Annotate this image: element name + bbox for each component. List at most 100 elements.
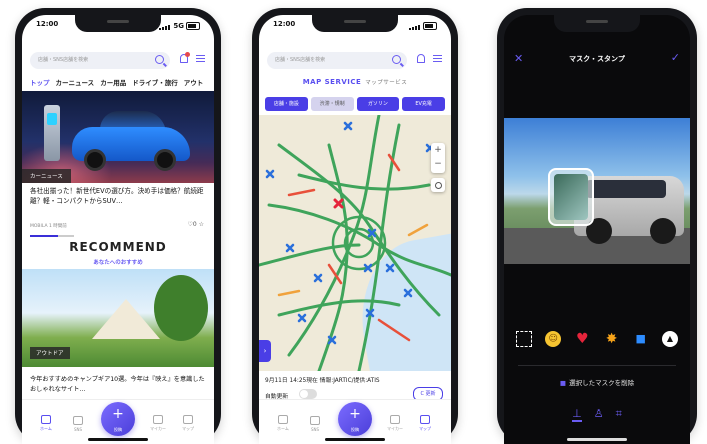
zoom-controls[interactable]: + −	[431, 143, 445, 173]
mountain-icon[interactable]: ▲	[661, 331, 678, 347]
carousel-indicator	[58, 235, 74, 237]
map-service-title: MAP SERVICE マップサービス	[302, 78, 408, 86]
search-icon[interactable]	[392, 55, 401, 64]
map-icon	[420, 415, 430, 424]
article2-title[interactable]: 今年おすすめのキャンプギア10選。今年は『映え』を意識したおしゃれなサイト…	[30, 375, 206, 394]
nav-map[interactable]: マップ	[174, 415, 202, 432]
crop-tool-icon[interactable]: ⌗	[616, 407, 622, 422]
home-screen: 12:00 5G 店舗・SNS店舗を検索 トップ カーニュース カー用品 ドライブ・旅…	[22, 15, 214, 444]
hero-image-ev[interactable]: カーニュース	[22, 91, 214, 183]
tab-car-goods[interactable]: カー用品	[100, 79, 126, 87]
map-filter-chips: 店舗・施設 渋滞・規制 ガソリン EV充電	[265, 97, 445, 111]
hero-tag: カーニュース	[22, 169, 71, 183]
delete-mask-label: 選択したマスクを削除	[569, 379, 635, 387]
phone-map: 12:00 店舗・SNS店舗を検索 MAP SERVICE マップサービス 店舗・…	[252, 8, 458, 444]
heart-icon[interactable]: ♥	[574, 331, 590, 347]
recommend-heading: RECOMMEND	[69, 240, 167, 254]
phone-editor: ✕ マスク・スタンプ ✓ ☺ ♥ ✸ ■ ▲ ■ 選択したマスクを削除 ⊥ ♙ ⌗	[497, 8, 697, 444]
auto-update-toggle[interactable]	[299, 389, 317, 399]
editor-screen: ✕ マスク・スタンプ ✓ ☺ ♥ ✸ ■ ▲ ■ 選択したマスクを削除 ⊥ ♙ ⌗	[504, 15, 690, 444]
car-icon[interactable]: ■	[633, 331, 649, 347]
chip-ev-charging[interactable]: EV充電	[402, 97, 445, 111]
article-title[interactable]: 各社出揃った！新世代EVの選び方。決め手は価格？航続距離？軽・コンパクトからSU…	[30, 187, 206, 206]
search-input[interactable]: 店舗・SNS店舗を検索	[267, 52, 407, 69]
chip-stores[interactable]: 店舗・施設	[265, 97, 308, 111]
home-indicator	[325, 438, 385, 441]
camp-tag: アウトドア	[30, 347, 70, 359]
bell-icon[interactable]	[180, 52, 190, 63]
tab-drive-travel[interactable]: ドライブ・旅行	[132, 79, 178, 87]
tab-outdoor[interactable]: アウト	[184, 79, 204, 87]
camp-image[interactable]: アウトドア	[22, 269, 214, 367]
notification-dot	[185, 52, 190, 57]
map-screen: 12:00 店舗・SNS店舗を検索 MAP SERVICE マップサービス 店舗・…	[259, 15, 451, 444]
search-placeholder: 店舗・SNS店舗を検索	[275, 57, 326, 63]
recommend-subheading: あなたへのおすすめ	[93, 260, 143, 266]
post-button[interactable]: + 投稿	[338, 402, 372, 436]
nav-mycar[interactable]: マイカー	[381, 415, 409, 432]
car-icon	[390, 415, 400, 424]
bottom-nav: ホーム SNS + 投稿 マイカー マップ	[259, 399, 451, 444]
status-time: 12:00	[273, 20, 296, 28]
status-bar: 12:00 5G	[36, 20, 200, 32]
delete-mask-button[interactable]: ■ 選択したマスクを削除	[504, 377, 690, 387]
tab-car-news[interactable]: カーニュース	[56, 79, 95, 87]
search-placeholder: 店舗・SNS店舗を検索	[38, 57, 89, 63]
home-icon	[278, 415, 288, 424]
battery-icon	[423, 22, 437, 30]
road-network	[259, 115, 451, 371]
chip-traffic[interactable]: 渋滞・規制	[310, 97, 354, 111]
signal-icon	[159, 22, 171, 30]
chip-gasoline[interactable]: ガソリン	[356, 97, 400, 111]
mask-stamp-selected[interactable]	[548, 168, 594, 226]
tent-graphic	[92, 299, 160, 339]
sns-icon	[310, 416, 320, 425]
carousel-indicator-active	[30, 235, 58, 237]
expand-panel-button[interactable]: ›	[259, 340, 271, 362]
nav-map[interactable]: マップ	[411, 415, 439, 432]
home-icon	[41, 415, 51, 424]
nav-mycar[interactable]: マイカー	[144, 415, 172, 432]
bottom-nav: ホーム SNS + 投稿 マイカー マップ	[22, 399, 214, 444]
smile-icon[interactable]: ☺	[545, 331, 562, 347]
mask-frame-icon[interactable]	[516, 331, 532, 347]
bell-icon[interactable]	[417, 54, 425, 63]
search-input[interactable]: 店舗・SNS店舗を検索	[30, 52, 170, 69]
adjust-tool-icon[interactable]: ♙	[594, 407, 604, 422]
menu-icon[interactable]	[433, 55, 442, 62]
editor-title: マスク・スタンプ	[569, 55, 625, 63]
search-icon[interactable]	[155, 55, 164, 64]
phone-home: 12:00 5G 店舗・SNS店舗を検索 トップ カーニュース カー用品 ドライブ・旅…	[15, 8, 221, 444]
nav-sns[interactable]: SNS	[64, 416, 92, 432]
divider	[518, 365, 676, 366]
signal-icon	[409, 22, 421, 30]
star-icon[interactable]: ✸	[604, 331, 620, 347]
network-label: 5G	[173, 22, 184, 30]
notch	[554, 15, 640, 32]
status-bar: 12:00	[273, 20, 437, 32]
post-button[interactable]: + 投稿	[101, 402, 135, 436]
article-likes[interactable]: ♡0 ☆	[188, 221, 204, 228]
home-indicator	[88, 438, 148, 441]
nav-home[interactable]: ホーム	[32, 415, 60, 432]
map-icon	[183, 415, 193, 424]
traffic-map[interactable]: ›	[259, 115, 451, 371]
ev-charger-graphic	[44, 105, 60, 161]
sns-icon	[73, 416, 83, 425]
locate-icon[interactable]	[431, 178, 445, 192]
traffic-info-timestamp: 9月11日 14:25現在 情報:JARTIC/提供:ATIS	[265, 378, 380, 384]
nav-sns[interactable]: SNS	[301, 416, 329, 432]
menu-icon[interactable]	[196, 55, 205, 62]
nav-home[interactable]: ホーム	[269, 415, 297, 432]
map-service-subtitle: マップサービス	[365, 80, 408, 86]
battery-icon	[186, 22, 200, 30]
category-tabs: トップ カーニュース カー用品 ドライブ・旅行 アウト	[30, 77, 214, 87]
check-icon[interactable]: ✓	[671, 52, 680, 63]
article-source: MOBILA 1 時間前	[30, 224, 67, 229]
tab-top[interactable]: トップ	[30, 79, 50, 87]
home-indicator	[567, 438, 627, 441]
trash-icon: ■	[559, 379, 567, 387]
status-time: 12:00	[36, 20, 59, 28]
photo-canvas[interactable]	[504, 118, 690, 264]
stamp-tool-icon[interactable]: ⊥	[572, 407, 582, 422]
